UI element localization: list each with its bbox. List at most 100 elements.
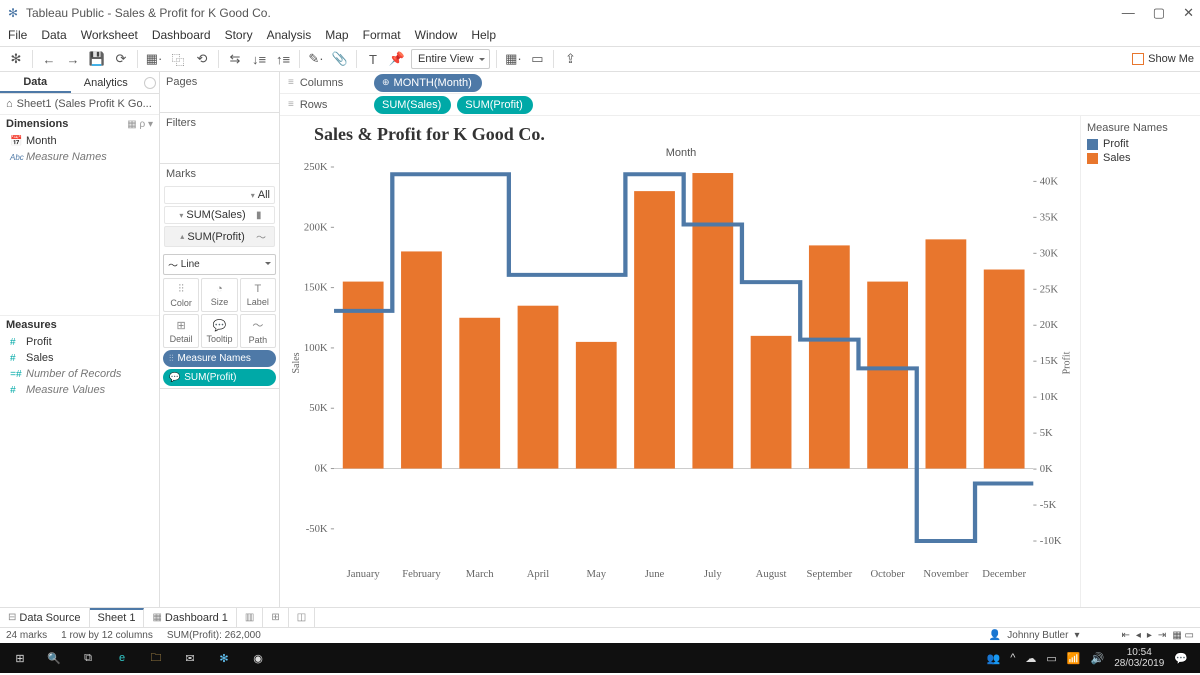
svg-text:March: March: [466, 569, 495, 580]
rows-shelf[interactable]: SUM(Sales) SUM(Profit): [370, 96, 1200, 114]
notifications-icon[interactable]: 💬: [1174, 652, 1188, 665]
share-button[interactable]: ⇪: [560, 49, 580, 69]
swap-button[interactable]: ⇆: [225, 49, 245, 69]
pin-button[interactable]: 📌: [387, 49, 407, 69]
tooltip-button[interactable]: 💬Tooltip: [201, 314, 237, 348]
nav-next-icon[interactable]: ▸: [1147, 630, 1152, 641]
pill-sum-profit[interactable]: 💬SUM(Profit): [163, 369, 276, 386]
menu-help[interactable]: Help: [471, 28, 496, 42]
tab-dashboard1[interactable]: ▦Dashboard 1: [144, 608, 236, 627]
filters-shelf[interactable]: Filters: [160, 113, 279, 133]
tab-data-source[interactable]: ⊟Data Source: [0, 608, 90, 627]
show-me-button[interactable]: Show Me: [1132, 53, 1194, 65]
marks-all[interactable]: ▾ All: [164, 186, 275, 204]
tab-sheet1[interactable]: Sheet 1: [90, 608, 145, 627]
pill-measure-names[interactable]: ⫶⫶Measure Names: [163, 350, 276, 367]
minimize-button[interactable]: —: [1122, 5, 1135, 21]
menu-analysis[interactable]: Analysis: [267, 28, 312, 42]
nav-prev-icon[interactable]: ◂: [1136, 630, 1141, 641]
sort-asc-button[interactable]: ↓≡: [249, 49, 269, 69]
pages-shelf[interactable]: Pages: [160, 72, 279, 92]
maximize-button[interactable]: ▢: [1153, 5, 1165, 21]
tableau-icon[interactable]: ✻: [6, 49, 26, 69]
field-profit[interactable]: #Profit: [0, 334, 159, 350]
clear-button[interactable]: ⟲: [192, 49, 212, 69]
toolbar: ✻ ← → 💾 ⟳ ▦· ⿻ ⟲ ⇆ ↓≡ ↑≡ ✎· 📎 T 📌 Entire…: [0, 46, 1200, 72]
nav-first-icon[interactable]: ⇤: [1121, 630, 1129, 641]
field-month[interactable]: 📅Month: [0, 133, 159, 149]
menu-window[interactable]: Window: [415, 28, 458, 42]
wifi-icon[interactable]: 📶: [1067, 652, 1081, 665]
tray-up-icon[interactable]: ^: [1010, 652, 1015, 664]
label-button[interactable]: TLabel: [240, 278, 276, 312]
taskview-button[interactable]: ⧉: [72, 643, 104, 673]
datasource-cycle-icon[interactable]: [144, 77, 156, 89]
svg-text:December: December: [982, 569, 1026, 580]
search-button[interactable]: 🔍: [38, 643, 70, 673]
columns-shelf[interactable]: ⊕MONTH(Month): [370, 74, 1200, 92]
nav-last-icon[interactable]: ⇥: [1158, 630, 1166, 641]
size-button[interactable]: ◔Size: [201, 278, 237, 312]
menu-story[interactable]: Story: [225, 28, 253, 42]
pill-sum-sales[interactable]: SUM(Sales): [374, 96, 451, 114]
onedrive-icon[interactable]: ☁: [1025, 652, 1036, 665]
start-button[interactable]: ⊞: [4, 643, 36, 673]
undo-button[interactable]: ←: [39, 49, 59, 69]
status-agg: SUM(Profit): 262,000: [167, 630, 261, 641]
field-sales[interactable]: #Sales: [0, 350, 159, 366]
mark-type-dropdown[interactable]: 〜 Line: [163, 254, 276, 275]
sort-desc-button[interactable]: ↑≡: [273, 49, 293, 69]
path-button[interactable]: 〜Path: [240, 314, 276, 348]
group-button[interactable]: 📎: [330, 49, 350, 69]
new-story-tab[interactable]: ◫: [289, 608, 315, 627]
taskbar-clock[interactable]: 10:5428/03/2019: [1114, 647, 1164, 669]
tableau-task-icon[interactable]: ✻: [208, 643, 240, 673]
color-button[interactable]: ⫶⫶Color: [163, 278, 199, 312]
mail-icon[interactable]: ✉: [174, 643, 206, 673]
highlight-button[interactable]: ✎·: [306, 49, 326, 69]
new-worksheet-tab[interactable]: ▥: [237, 608, 263, 627]
pill-month[interactable]: ⊕MONTH(Month): [374, 74, 482, 92]
legend-card[interactable]: Measure Names Profit Sales: [1080, 116, 1200, 607]
battery-icon[interactable]: ▭: [1046, 652, 1056, 665]
cards-button[interactable]: ▦·: [503, 49, 523, 69]
label-button[interactable]: T: [363, 49, 383, 69]
edge-icon[interactable]: e: [106, 643, 138, 673]
field-number-of-records[interactable]: =#Number of Records: [0, 366, 159, 382]
legend-item-profit[interactable]: Profit: [1087, 138, 1194, 150]
present-button[interactable]: ▭: [527, 49, 547, 69]
pill-sum-profit-row[interactable]: SUM(Profit): [457, 96, 532, 114]
menu-worksheet[interactable]: Worksheet: [81, 28, 138, 42]
marks-sum-sales[interactable]: ▾ SUM(Sales)▮: [164, 206, 275, 224]
duplicate-button[interactable]: ⿻: [168, 49, 188, 69]
new-dashboard-tab[interactable]: ⊞: [263, 608, 288, 627]
datasource-name[interactable]: ⌂ Sheet1 (Sales Profit K Go...: [0, 94, 159, 114]
close-button[interactable]: ✕: [1183, 5, 1194, 21]
menu-map[interactable]: Map: [325, 28, 348, 42]
menu-data[interactable]: Data: [41, 28, 66, 42]
new-worksheet-button[interactable]: ▦·: [144, 49, 164, 69]
chart-title[interactable]: Sales & Profit for K Good Co.: [286, 122, 1076, 147]
save-button[interactable]: 💾: [87, 49, 107, 69]
menu-format[interactable]: Format: [363, 28, 401, 42]
field-measure-values[interactable]: #Measure Values: [0, 382, 159, 398]
status-user-dropdown[interactable]: ▾: [1074, 630, 1079, 641]
marks-sum-profit[interactable]: ▴ SUM(Profit)〜: [164, 226, 275, 247]
tab-analytics[interactable]: Analytics: [71, 72, 142, 93]
field-measure-names[interactable]: AbcMeasure Names: [0, 149, 159, 165]
chrome-icon[interactable]: ◉: [242, 643, 274, 673]
redo-button[interactable]: →: [63, 49, 83, 69]
detail-button[interactable]: ⊞Detail: [163, 314, 199, 348]
status-user[interactable]: Johnny Butler: [1007, 630, 1068, 641]
new-datasource-button[interactable]: ⟳: [111, 49, 131, 69]
filmstrip-icon[interactable]: ▦ ▭: [1172, 630, 1194, 641]
chart-canvas[interactable]: -50K0K50K100K150K200K250K-10K-5K0K5K10K1…: [286, 159, 1076, 589]
explorer-icon[interactable]: 🗀: [140, 643, 172, 673]
fit-dropdown[interactable]: Entire View: [411, 49, 490, 69]
people-icon[interactable]: 👥: [987, 652, 1001, 665]
menu-dashboard[interactable]: Dashboard: [152, 28, 211, 42]
legend-item-sales[interactable]: Sales: [1087, 152, 1194, 164]
volume-icon[interactable]: 🔊: [1091, 652, 1105, 665]
tab-data[interactable]: Data: [0, 72, 71, 93]
menu-file[interactable]: File: [8, 28, 27, 42]
